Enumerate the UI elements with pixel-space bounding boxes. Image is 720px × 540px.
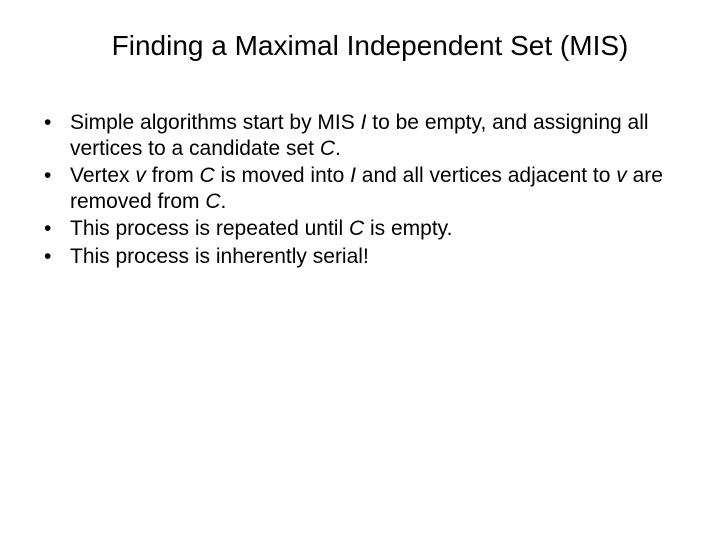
text: . — [335, 137, 341, 160]
slide-title: Finding a Maximal Independent Set (MIS) — [40, 30, 680, 62]
text: is empty. — [364, 217, 452, 240]
list-item: This process is inherently serial! — [40, 244, 670, 270]
list-item: This process is repeated until C is empt… — [40, 216, 670, 242]
text-italic: C — [320, 137, 335, 160]
text-italic: v — [135, 164, 146, 187]
text: Vertex — [70, 164, 135, 187]
bullet-list: Simple algorithms start by MIS I to be e… — [40, 110, 680, 270]
text-italic: C — [205, 190, 220, 213]
text: is moved into — [215, 164, 350, 187]
text-italic: C — [349, 217, 364, 240]
text-italic: v — [616, 164, 627, 187]
text: and all vertices adjacent to — [356, 164, 616, 187]
text: . — [221, 190, 227, 213]
list-item: Simple algorithms start by MIS I to be e… — [40, 110, 670, 161]
text-italic: C — [200, 164, 215, 187]
text: Simple algorithms start by MIS — [70, 111, 361, 134]
text: from — [146, 164, 200, 187]
text: This process is repeated until — [70, 217, 349, 240]
list-item: Vertex v from C is moved into I and all … — [40, 163, 670, 214]
slide: Finding a Maximal Independent Set (MIS) … — [0, 0, 720, 540]
text: This process is inherently serial! — [70, 245, 369, 268]
